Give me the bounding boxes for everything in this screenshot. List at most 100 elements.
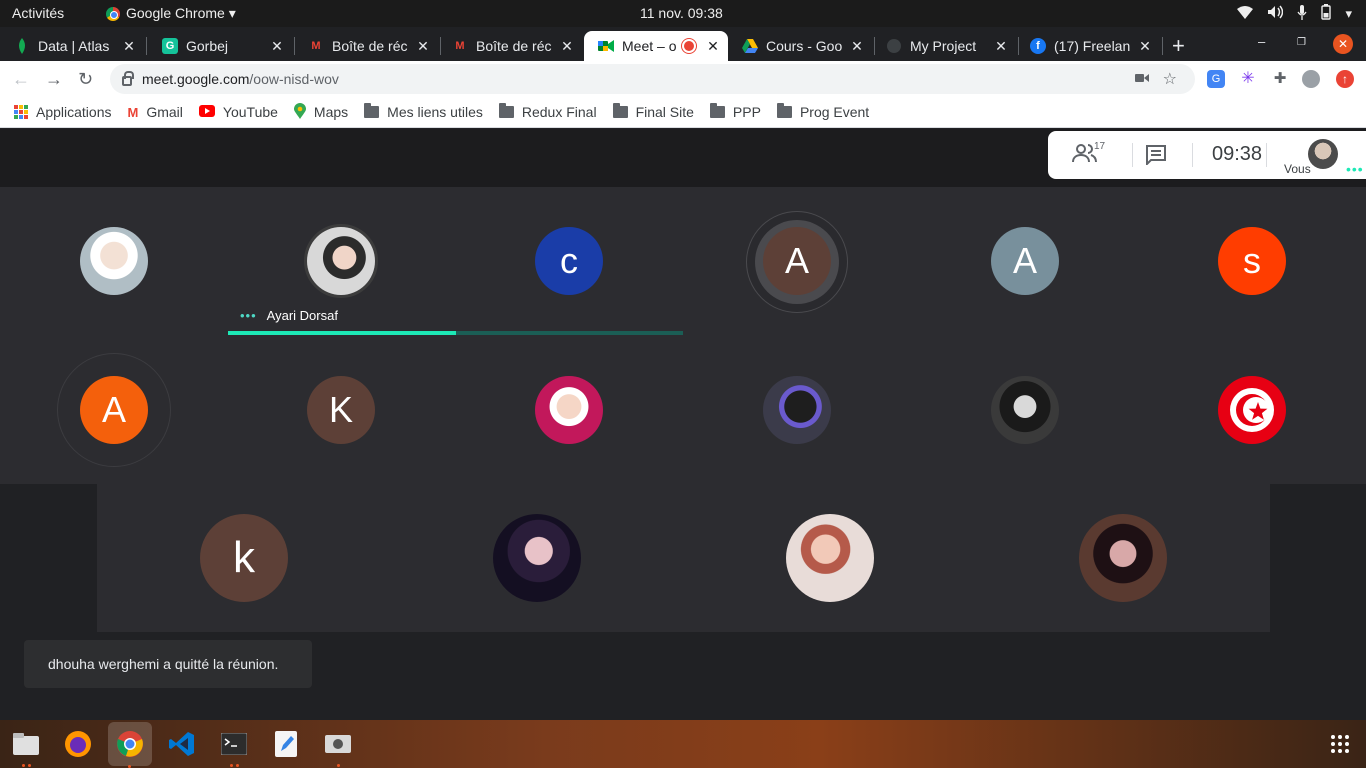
chat-icon[interactable] — [1146, 145, 1166, 170]
vscode-app-icon[interactable] — [164, 726, 200, 762]
self-avatar[interactable] — [1308, 139, 1338, 169]
maximize-button[interactable]: ❐ — [1297, 37, 1306, 48]
url-path: /oow-nisd-wov — [249, 71, 339, 87]
profile-avatar[interactable] — [1302, 70, 1320, 88]
bookmark-star-icon[interactable]: ☆ — [1163, 69, 1177, 89]
avatar-letter: A — [1012, 240, 1037, 281]
tab-title: Data | Atlas — [38, 38, 110, 54]
close-icon[interactable]: ✕ — [1136, 38, 1154, 55]
participant-avatar-k[interactable]: K — [307, 376, 375, 444]
update-arrow-icon[interactable]: ↑ — [1336, 70, 1354, 88]
participant-avatar-s[interactable]: s — [1218, 227, 1286, 295]
speaker-name-tag: ••• Ayari Dorsaf — [240, 308, 338, 323]
files-app-icon[interactable] — [8, 726, 44, 767]
tab-3[interactable]: M Boîte de réc ✕ — [438, 31, 582, 61]
participant-avatar-tunisia-flag[interactable] — [1218, 376, 1286, 444]
folder-icon — [498, 103, 514, 118]
minimize-button[interactable]: – — [1258, 34, 1265, 49]
app-menu[interactable]: Google Chrome ▾ — [106, 5, 236, 22]
forward-button[interactable]: → — [45, 69, 63, 90]
tab-meet-active[interactable]: Meet – o ✕ — [584, 31, 728, 61]
translate-extension-icon[interactable]: G — [1207, 70, 1225, 88]
activities-button[interactable]: Activités — [12, 5, 64, 21]
new-tab-button[interactable]: + — [1172, 33, 1185, 59]
participant-avatar-photo-6[interactable] — [493, 514, 581, 602]
speaker-name: Ayari Dorsaf — [266, 308, 338, 323]
folder-icon — [776, 103, 792, 118]
bookmark-label: Maps — [313, 104, 349, 120]
gmail-icon: M — [127, 104, 139, 120]
bookmark-maps[interactable]: Maps — [293, 102, 349, 122]
close-icon[interactable]: ✕ — [848, 38, 866, 55]
participant-avatar-photo-4[interactable] — [763, 376, 831, 444]
close-icon[interactable]: ✕ — [268, 38, 286, 55]
bookmark-label: YouTube — [222, 104, 278, 120]
address-bar[interactable]: meet.google.com/oow-nisd-wov ☆ — [110, 64, 1195, 94]
tab-title: (17) Freelan — [1054, 38, 1131, 54]
participant-avatar-ayari-dorsaf[interactable] — [307, 227, 375, 295]
chrome-app-icon[interactable] — [108, 722, 152, 768]
bookmark-folder-ppp[interactable]: PPP — [709, 103, 761, 120]
avatar-letter: A — [101, 389, 126, 430]
participant-avatar-a2[interactable]: A — [991, 227, 1059, 295]
tab-title: Gorbej — [186, 38, 229, 54]
bookmark-label: Final Site — [635, 104, 694, 120]
bookmark-gmail[interactable]: M Gmail — [128, 104, 183, 120]
gmail-icon: M — [455, 40, 465, 52]
bookmark-youtube[interactable]: YouTube — [198, 104, 278, 120]
tab-7[interactable]: f (17) Freelan ✕ — [1016, 31, 1160, 61]
participant-avatar-1[interactable] — [80, 227, 148, 295]
participant-count: 17 — [1094, 141, 1106, 152]
tab-0[interactable]: Data | Atlas ✕ — [0, 31, 144, 61]
system-clock[interactable]: 11 nov. 09:38 — [640, 5, 723, 21]
participant-avatar-k2[interactable]: k — [200, 514, 288, 602]
bookmark-folder-mes-liens[interactable]: Mes liens utiles — [364, 103, 483, 120]
tab-2[interactable]: M Boîte de réc ✕ — [294, 31, 438, 61]
participant-avatar-photo-3[interactable] — [535, 376, 603, 444]
app-menu-label: Google Chrome ▾ — [126, 5, 236, 21]
camera-icon[interactable] — [1134, 70, 1149, 88]
google-drive-icon — [742, 38, 758, 54]
extensions-puzzle-icon[interactable]: ✚ — [1271, 70, 1289, 88]
tab-1[interactable]: G Gorbej ✕ — [148, 31, 292, 61]
text-editor-app-icon[interactable] — [268, 726, 304, 762]
participant-avatar-photo-5[interactable] — [991, 376, 1059, 444]
bookmark-folder-redux[interactable]: Redux Final — [498, 103, 597, 120]
close-icon[interactable]: ✕ — [414, 38, 432, 55]
close-icon[interactable]: ✕ — [992, 38, 1010, 55]
participant-grid — [0, 187, 1366, 484]
speaking-dots-icon: ••• — [1346, 161, 1364, 177]
bookmark-applications[interactable]: Applications — [14, 104, 112, 120]
window-close-button[interactable]: ✕ — [1333, 34, 1353, 54]
close-icon[interactable]: ✕ — [704, 38, 722, 55]
participant-avatar-photo-7[interactable] — [786, 514, 874, 602]
system-tray[interactable]: ▾ — [1237, 4, 1352, 23]
participant-avatar-c[interactable]: c — [535, 227, 603, 295]
back-button[interactable]: ← — [12, 69, 30, 90]
bookmark-label: Redux Final — [521, 104, 597, 120]
participant-avatar-a3[interactable]: A — [80, 376, 148, 444]
avatar-letter: K — [328, 389, 353, 430]
tab-6[interactable]: My Project ✕ — [872, 31, 1016, 61]
tab-5[interactable]: Cours - Goo ✕ — [728, 31, 872, 61]
terminal-app-icon[interactable] — [216, 726, 252, 767]
bookmark-label: PPP — [732, 104, 761, 120]
bookmark-folder-prog-event[interactable]: Prog Event — [776, 103, 870, 120]
url-host: meet.google.com — [142, 71, 250, 87]
microphone-icon — [1297, 4, 1308, 23]
bookmark-folder-final-site[interactable]: Final Site — [612, 103, 694, 120]
color-picker-extension-icon[interactable]: ✳ — [1239, 70, 1257, 88]
bookmark-label: Gmail — [146, 104, 183, 120]
reload-button[interactable]: ↻ — [78, 69, 93, 90]
participant-avatar-photo-8[interactable] — [1079, 514, 1167, 602]
close-icon[interactable]: ✕ — [120, 38, 138, 55]
firefox-app-icon[interactable] — [60, 726, 96, 762]
tab-title: Meet – o — [622, 38, 677, 54]
chrome-icon — [106, 6, 120, 21]
close-icon[interactable]: ✕ — [558, 38, 576, 55]
participant-avatar-a1[interactable]: A — [763, 227, 831, 295]
bookmark-label: Prog Event — [799, 104, 870, 120]
chevron-down-icon: ▾ — [1345, 5, 1352, 21]
screenshot-app-icon[interactable] — [320, 726, 356, 767]
show-applications-grid-icon[interactable] — [1322, 726, 1358, 762]
